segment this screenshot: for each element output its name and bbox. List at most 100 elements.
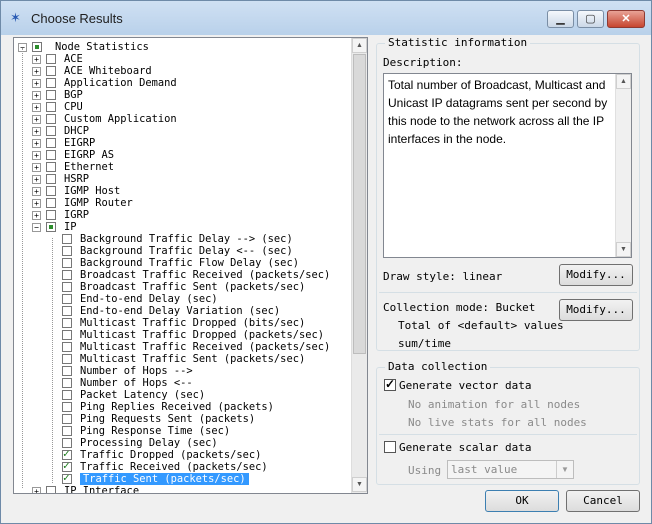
tree-checkbox[interactable]	[62, 294, 72, 304]
expand-icon[interactable]: +	[32, 67, 41, 76]
tree-item[interactable]: + ACE Whiteboard	[32, 65, 349, 77]
tree-checkbox[interactable]	[46, 66, 56, 76]
ip-statistic-item[interactable]: Background Traffic Delay --> (sec)	[62, 233, 349, 245]
ip-statistic-item[interactable]: Multicast Traffic Dropped (packets/sec)	[62, 329, 349, 341]
statistics-tree[interactable]: − Node Statistics + ACE + ACE Whiteboard + Ap…	[13, 37, 368, 494]
ip-statistic-item[interactable]: Broadcast Traffic Received (packets/sec)	[62, 269, 349, 281]
tree-checkbox[interactable]	[46, 54, 56, 64]
tree-checkbox[interactable]	[46, 162, 56, 172]
tree-checkbox[interactable]	[46, 186, 56, 196]
tree-item[interactable]: + ACE	[32, 53, 349, 65]
ip-statistic-item[interactable]: Packet Latency (sec)	[62, 389, 349, 401]
generate-vector-checkbox[interactable]	[384, 377, 396, 391]
maximize-button[interactable]: ▢	[577, 10, 604, 28]
tree-checkbox[interactable]	[62, 234, 72, 244]
tree-checkbox[interactable]	[62, 270, 72, 280]
expand-icon[interactable]: +	[32, 55, 41, 64]
tree-item[interactable]: + EIGRP	[32, 137, 349, 149]
tree-checkbox[interactable]	[46, 150, 56, 160]
ip-statistic-item[interactable]: End-to-end Delay Variation (sec)	[62, 305, 349, 317]
ip-statistic-item[interactable]: Multicast Traffic Dropped (bits/sec)	[62, 317, 349, 329]
expand-icon[interactable]: +	[32, 487, 41, 493]
desc-scroll-down-icon[interactable]: ▼	[616, 242, 631, 257]
tree-checkbox[interactable]	[46, 138, 56, 148]
generate-scalar-checkbox[interactable]	[384, 441, 396, 453]
ip-statistic-item[interactable]: Ping Response Time (sec)	[62, 425, 349, 437]
ip-statistic-item[interactable]: Broadcast Traffic Sent (packets/sec)	[62, 281, 349, 293]
tree-checkbox[interactable]	[46, 210, 56, 220]
expand-icon[interactable]: +	[32, 163, 41, 172]
close-button[interactable]: ✕	[607, 10, 645, 28]
tree-root-row[interactable]: − Node Statistics	[18, 41, 338, 53]
tree-item[interactable]: + IGMP Host	[32, 185, 349, 197]
tree-checkbox[interactable]	[46, 90, 56, 100]
scroll-down-icon[interactable]: ▼	[352, 477, 367, 492]
expand-icon[interactable]: +	[32, 79, 41, 88]
ip-statistic-item[interactable]: End-to-end Delay (sec)	[62, 293, 349, 305]
description-scrollbar[interactable]: ▲ ▼	[615, 74, 631, 257]
expand-icon[interactable]: +	[32, 151, 41, 160]
title-bar[interactable]: ✶ Choose Results ▁ ▢ ✕	[1, 1, 651, 35]
tree-checkbox[interactable]	[62, 366, 72, 376]
tree-checkbox[interactable]	[62, 402, 72, 412]
tree-checkbox[interactable]	[62, 414, 72, 424]
using-select[interactable]: last value ▼	[447, 460, 574, 479]
ip-statistic-item[interactable]: Number of Hops -->	[62, 365, 349, 377]
tree-checkbox[interactable]	[32, 42, 42, 52]
tree-checkbox[interactable]	[62, 306, 72, 316]
tree-checkbox[interactable]	[62, 354, 72, 364]
tree-item[interactable]: − IP	[32, 221, 349, 233]
tree-item[interactable]: + IP Interface	[32, 485, 349, 493]
tree-checkbox[interactable]	[62, 426, 72, 436]
chevron-down-icon[interactable]: ▼	[556, 461, 573, 478]
ip-statistic-item[interactable]: Traffic Dropped (packets/sec)	[62, 448, 349, 461]
tree-checkbox[interactable]	[62, 246, 72, 256]
minimize-button[interactable]: ▁	[547, 10, 574, 28]
tree-item[interactable]: + Ethernet	[32, 161, 349, 173]
description-box[interactable]: Total number of Broadcast, Multicast and…	[383, 73, 632, 258]
tree-item[interactable]: + DHCP	[32, 125, 349, 137]
tree-checkbox[interactable]	[46, 486, 56, 493]
cancel-button[interactable]: Cancel	[566, 490, 640, 512]
expand-icon[interactable]: +	[32, 115, 41, 124]
modify-collection-button[interactable]: Modify...	[559, 299, 633, 321]
ip-statistic-item[interactable]: Traffic Sent (packets/sec)	[62, 472, 349, 485]
tree-checkbox[interactable]	[62, 472, 72, 484]
tree-checkbox[interactable]	[46, 78, 56, 88]
expand-icon[interactable]: +	[32, 139, 41, 148]
tree-checkbox[interactable]	[46, 198, 56, 208]
tree-item[interactable]: + Application Demand	[32, 77, 349, 89]
tree-checkbox[interactable]	[62, 390, 72, 400]
tree-checkbox[interactable]	[46, 174, 56, 184]
ip-statistic-item[interactable]: Multicast Traffic Sent (packets/sec)	[62, 353, 349, 365]
tree-checkbox[interactable]	[62, 282, 72, 292]
tree-checkbox[interactable]	[62, 318, 72, 328]
tree-checkbox[interactable]	[46, 114, 56, 124]
ok-button[interactable]: OK	[485, 490, 559, 512]
tree-item[interactable]: + IGMP Router	[32, 197, 349, 209]
expand-icon[interactable]: +	[32, 127, 41, 136]
ip-statistic-item[interactable]: Background Traffic Delay <-- (sec)	[62, 245, 349, 257]
ip-statistic-item[interactable]: Multicast Traffic Received (packets/sec)	[62, 341, 349, 353]
collapse-icon[interactable]: −	[32, 223, 41, 232]
tree-item[interactable]: + Custom Application	[32, 113, 349, 125]
scroll-up-icon[interactable]: ▲	[352, 38, 367, 53]
ip-statistic-item[interactable]: Processing Delay (sec)	[62, 437, 349, 449]
tree-checkbox[interactable]	[46, 102, 56, 112]
tree-checkbox[interactable]	[46, 222, 56, 232]
scroll-thumb[interactable]	[353, 54, 366, 354]
modify-draw-style-button[interactable]: Modify...	[559, 264, 633, 286]
tree-checkbox[interactable]	[62, 258, 72, 268]
tree-item[interactable]: + HSRP	[32, 173, 349, 185]
expand-icon[interactable]: +	[32, 211, 41, 220]
desc-scroll-up-icon[interactable]: ▲	[616, 74, 631, 89]
ip-statistic-item[interactable]: Ping Requests Sent (packets)	[62, 413, 349, 425]
tree-item[interactable]: + BGP	[32, 89, 349, 101]
expand-icon[interactable]: +	[32, 187, 41, 196]
tree-checkbox[interactable]	[62, 342, 72, 352]
ip-statistic-item[interactable]: Number of Hops <--	[62, 377, 349, 389]
tree-scrollbar[interactable]: ▲ ▼	[351, 38, 367, 493]
expand-icon[interactable]: +	[32, 175, 41, 184]
tree-checkbox[interactable]	[62, 378, 72, 388]
expand-icon[interactable]: +	[32, 199, 41, 208]
